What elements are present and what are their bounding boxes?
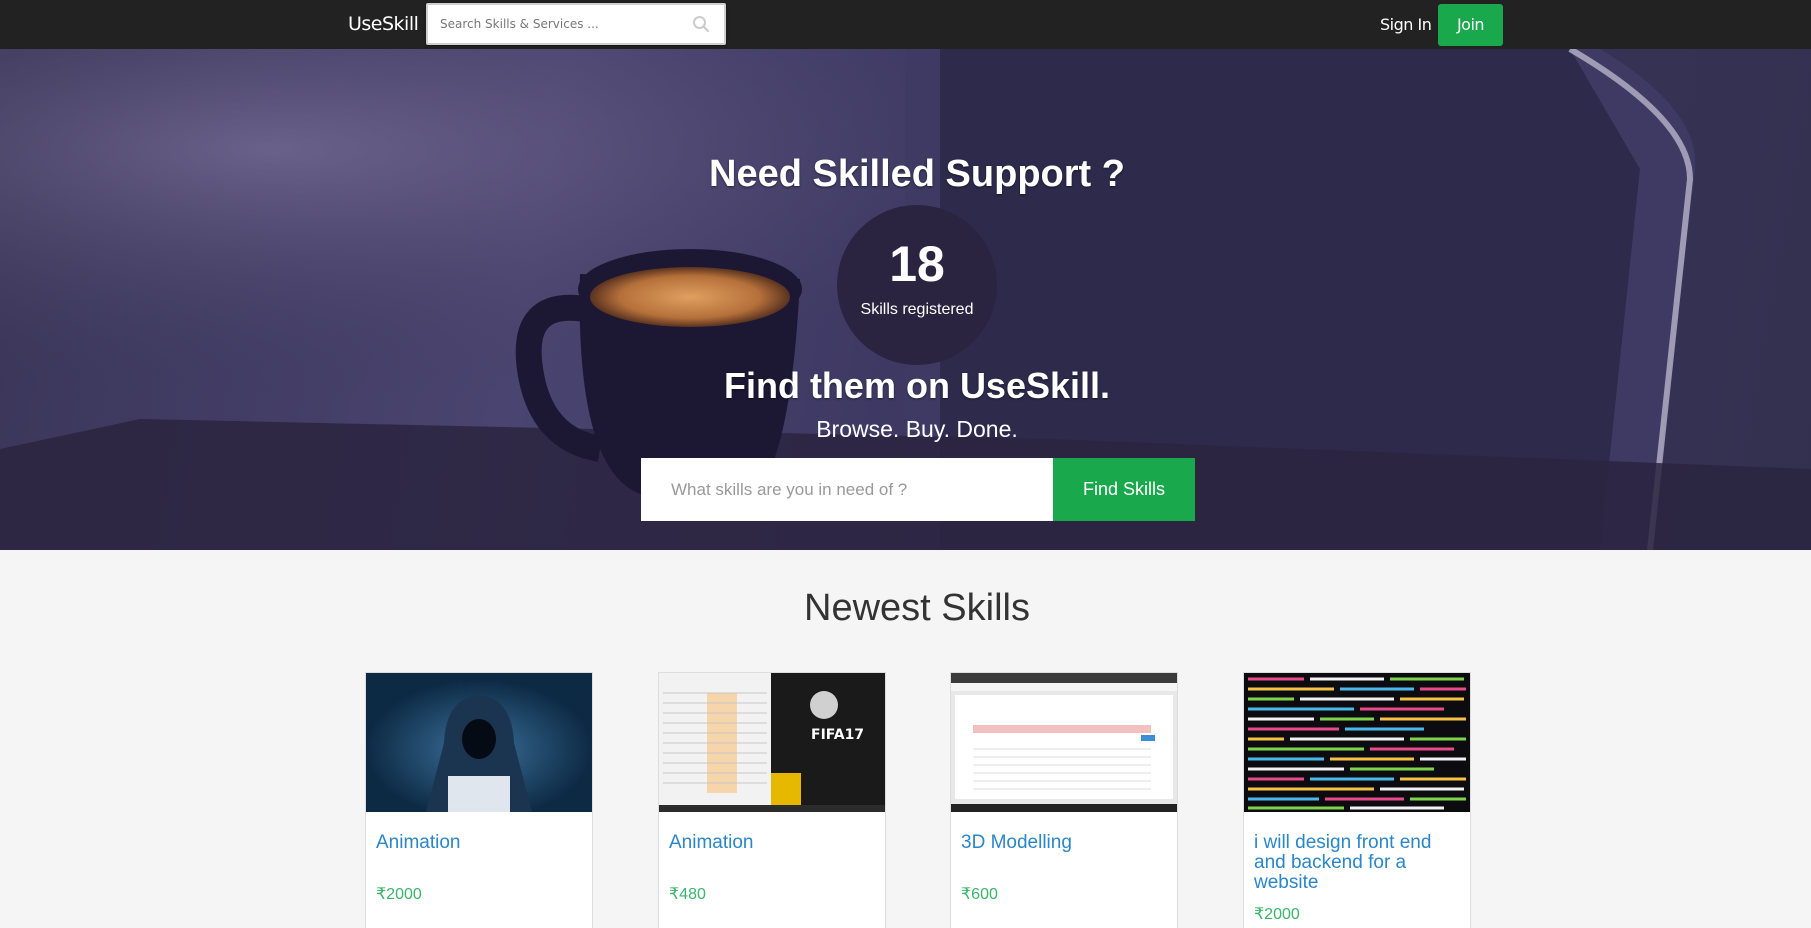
navbar-search-box (426, 3, 726, 45)
join-button[interactable]: Join (1438, 4, 1503, 46)
website-screenshot-image[interactable] (951, 673, 1177, 812)
skill-card[interactable]: Animation ₹2000 (365, 672, 593, 928)
skill-card[interactable]: 3D Modelling ₹600 (950, 672, 1178, 928)
search-icon[interactable] (692, 15, 710, 33)
skill-card-price: ₹600 (961, 886, 998, 903)
skills-count: 18 (889, 236, 945, 292)
skill-card[interactable]: FIFA17 Animation ₹480 (658, 672, 886, 928)
hero-title: Need Skilled Support ? (709, 153, 1125, 195)
svg-text:FIFA17: FIFA17 (811, 727, 864, 743)
skill-card-name[interactable]: Animation (669, 833, 877, 853)
skill-card-price: ₹480 (669, 886, 706, 903)
hero-banner: Need Skilled Support ? 18 Skills registe… (0, 49, 1811, 550)
find-skills-button[interactable]: Find Skills (1053, 458, 1195, 521)
skill-card-name[interactable]: Animation (376, 833, 584, 853)
hero-subtitle: Find them on UseSkill. (723, 365, 1111, 406)
skill-card-price: ₹2000 (376, 886, 422, 903)
sign-in-link[interactable]: Sign In (1380, 15, 1432, 34)
colorful-code-image[interactable] (1244, 673, 1470, 812)
brand-logo[interactable]: UseSkill (348, 13, 419, 35)
skill-card-name[interactable]: 3D Modelling (961, 833, 1169, 853)
skills-search-input[interactable] (641, 458, 1053, 521)
fifa17-screenshot-image[interactable]: FIFA17 (659, 673, 885, 812)
top-navbar: UseSkill Sign In Join (0, 0, 1811, 49)
hooded-hacker-image[interactable] (366, 673, 592, 812)
skills-count-label: Skills registered (860, 301, 974, 318)
newest-skills-title: Newest Skills (804, 587, 1030, 629)
skills-counter-badge: 18 Skills registered (837, 205, 997, 365)
skill-card-name[interactable]: i will design front end and backend for … (1254, 833, 1462, 893)
hero-tagline: Browse. Buy. Done. (816, 416, 1018, 442)
navbar-search-input[interactable] (428, 5, 688, 43)
skill-card[interactable]: i will design front end and backend for … (1243, 672, 1471, 928)
skill-card-price: ₹2000 (1254, 906, 1300, 923)
